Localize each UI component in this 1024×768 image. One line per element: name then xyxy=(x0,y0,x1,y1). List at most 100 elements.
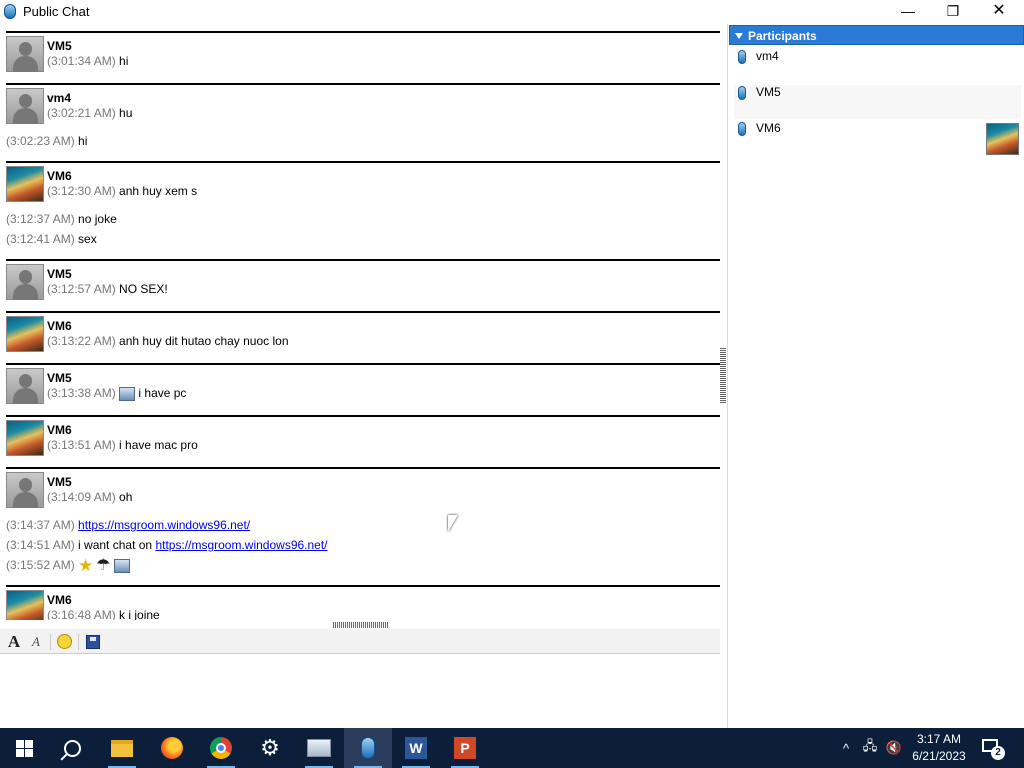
firefox-icon xyxy=(161,737,183,759)
message-line: (3:02:23 AM) hi xyxy=(6,131,720,151)
taskbar-messenger[interactable] xyxy=(344,728,392,768)
message-timestamp: (3:13:38 AM) xyxy=(47,386,116,400)
stairs-avatar[interactable] xyxy=(6,420,44,456)
font-button[interactable]: A xyxy=(4,632,24,652)
chrome-icon xyxy=(210,737,232,759)
message-line: (3:12:30 AM) anh huy xem s xyxy=(47,184,197,198)
emoticon-button[interactable] xyxy=(54,632,74,652)
taskbar: ⚙ W P ^ 🖧 🔇 3:17 AM 6/21/2023 2 xyxy=(0,728,1024,768)
powerpoint-icon: P xyxy=(454,737,476,759)
volume-muted-icon[interactable]: 🔇 xyxy=(884,728,904,768)
taskbar-word[interactable]: W xyxy=(392,728,440,768)
message-block: VM5 (3:13:38 AM) i have pc xyxy=(6,363,720,415)
sender-name: VM6 xyxy=(47,319,72,333)
message-text: NO SEX! xyxy=(119,282,168,296)
taskbar-firefox[interactable] xyxy=(148,728,196,768)
message-line: (3:12:41 AM) sex xyxy=(6,229,720,249)
message-line: (3:14:51 AM) i want chat on https://msgr… xyxy=(6,535,720,555)
action-center-button[interactable]: 2 xyxy=(980,736,1005,760)
start-button[interactable] xyxy=(0,728,48,768)
taskbar-file-explorer[interactable] xyxy=(98,728,146,768)
stairs-avatar[interactable] xyxy=(6,590,44,620)
minimize-button[interactable]: — xyxy=(885,0,931,24)
word-icon: W xyxy=(405,737,427,759)
stairs-avatar[interactable] xyxy=(6,316,44,352)
default-user-avatar[interactable] xyxy=(6,36,44,72)
sender-name: VM6 xyxy=(47,423,72,437)
horizontal-splitter-grip[interactable] xyxy=(333,622,388,628)
network-icon[interactable]: 🖧 xyxy=(860,728,880,768)
vertical-splitter-grip[interactable] xyxy=(720,348,726,403)
message-timestamp: (3:14:51 AM) xyxy=(6,538,75,552)
message-line: (3:01:34 AM) hi xyxy=(47,54,128,68)
messenger-icon xyxy=(361,737,375,759)
participants-header[interactable]: Participants xyxy=(729,25,1024,45)
taskbar-settings[interactable]: ⚙ xyxy=(246,728,294,768)
default-user-avatar[interactable] xyxy=(6,368,44,404)
gear-icon: ⚙ xyxy=(260,735,280,760)
message-timestamp: (3:12:41 AM) xyxy=(6,232,75,246)
message-link[interactable]: https://msgroom.windows96.net/ xyxy=(78,518,250,532)
default-user-avatar[interactable] xyxy=(6,264,44,300)
toolbar-divider xyxy=(78,634,79,650)
restore-button[interactable]: ❐ xyxy=(930,0,976,24)
message-block: VM5 (3:12:57 AM) NO SEX! xyxy=(6,259,720,311)
message-block-header: VM6 (3:12:30 AM) anh huy xem s xyxy=(6,163,720,209)
message-timestamp: (3:02:21 AM) xyxy=(47,106,116,120)
message-line: (3:12:37 AM) no joke xyxy=(6,209,720,229)
save-button[interactable] xyxy=(83,632,103,652)
participant-vm4[interactable]: vm4 xyxy=(734,49,1021,83)
message-text: no joke xyxy=(78,212,117,226)
message-block: VM6 (3:16:48 AM) k i joine xyxy=(6,585,720,620)
message-text: hu xyxy=(119,106,133,120)
taskbar-chrome[interactable] xyxy=(197,728,245,768)
participant-name: VM5 xyxy=(756,85,781,99)
message-block: VM6 (3:13:51 AM) i have mac pro xyxy=(6,415,720,467)
floppy-disk-icon xyxy=(86,635,100,649)
message-text: i want chat on xyxy=(78,538,153,552)
participant-vm6[interactable]: VM6 xyxy=(734,121,1021,155)
message-text: i have mac pro xyxy=(119,438,198,452)
system-clock[interactable]: 3:17 AM 6/21/2023 xyxy=(904,731,974,765)
folder-icon xyxy=(111,739,133,757)
clock-date: 6/21/2023 xyxy=(912,749,966,763)
message-block-header: VM5 (3:13:38 AM) i have pc xyxy=(6,365,720,411)
message-text: i have pc xyxy=(138,386,187,400)
taskbar-powerpoint[interactable]: P xyxy=(441,728,489,768)
message-text: hi xyxy=(78,134,88,148)
format-toolbar: A A xyxy=(0,629,720,654)
sender-name: VM5 xyxy=(47,371,72,385)
message-timestamp: (3:01:34 AM) xyxy=(47,54,116,68)
participants-header-label: Participants xyxy=(748,29,817,43)
message-timestamp: (3:12:37 AM) xyxy=(6,212,75,226)
search-button[interactable] xyxy=(48,728,96,768)
stairs-avatar[interactable] xyxy=(6,166,44,202)
toolbar-divider xyxy=(50,634,51,650)
clock-time: 3:17 AM xyxy=(916,732,962,746)
chat-history[interactable]: VM5 (3:01:34 AM) hi vm4 (3:02:21 AM) hu (3:0… xyxy=(0,24,722,620)
default-user-avatar[interactable] xyxy=(6,472,44,508)
message-input[interactable] xyxy=(0,655,720,728)
taskbar-computer[interactable] xyxy=(295,728,343,768)
participant-avatar xyxy=(986,123,1019,155)
message-line: (3:13:22 AM) anh huy dit hutao chay nuoc… xyxy=(47,334,289,348)
message-link[interactable]: https://msgroom.windows96.net/ xyxy=(155,538,327,552)
title-bar: Public Chat — ❐ ✕ xyxy=(0,0,1024,24)
default-user-avatar[interactable] xyxy=(6,88,44,124)
message-block-header: VM6 (3:13:22 AM) anh huy dit hutao chay n… xyxy=(6,313,720,359)
participant-name: vm4 xyxy=(756,49,779,63)
star-emoticon-icon: ★ xyxy=(78,555,94,575)
close-button[interactable]: ✕ xyxy=(976,0,1022,24)
smiley-icon xyxy=(56,634,72,649)
message-block-header: vm4 (3:02:21 AM) hu xyxy=(6,85,720,131)
message-line: (3:13:51 AM) i have mac pro xyxy=(47,438,198,452)
message-timestamp: (3:13:22 AM) xyxy=(47,334,116,348)
participant-vm5[interactable]: VM5 xyxy=(734,85,1021,119)
message-block: VM6 (3:13:22 AM) anh huy dit hutao chay n… xyxy=(6,311,720,363)
sender-name: VM5 xyxy=(47,39,72,53)
text-effect-button[interactable]: A xyxy=(26,632,46,652)
participant-name: VM6 xyxy=(756,121,781,135)
tray-overflow-chevron-icon[interactable]: ^ xyxy=(836,728,856,768)
